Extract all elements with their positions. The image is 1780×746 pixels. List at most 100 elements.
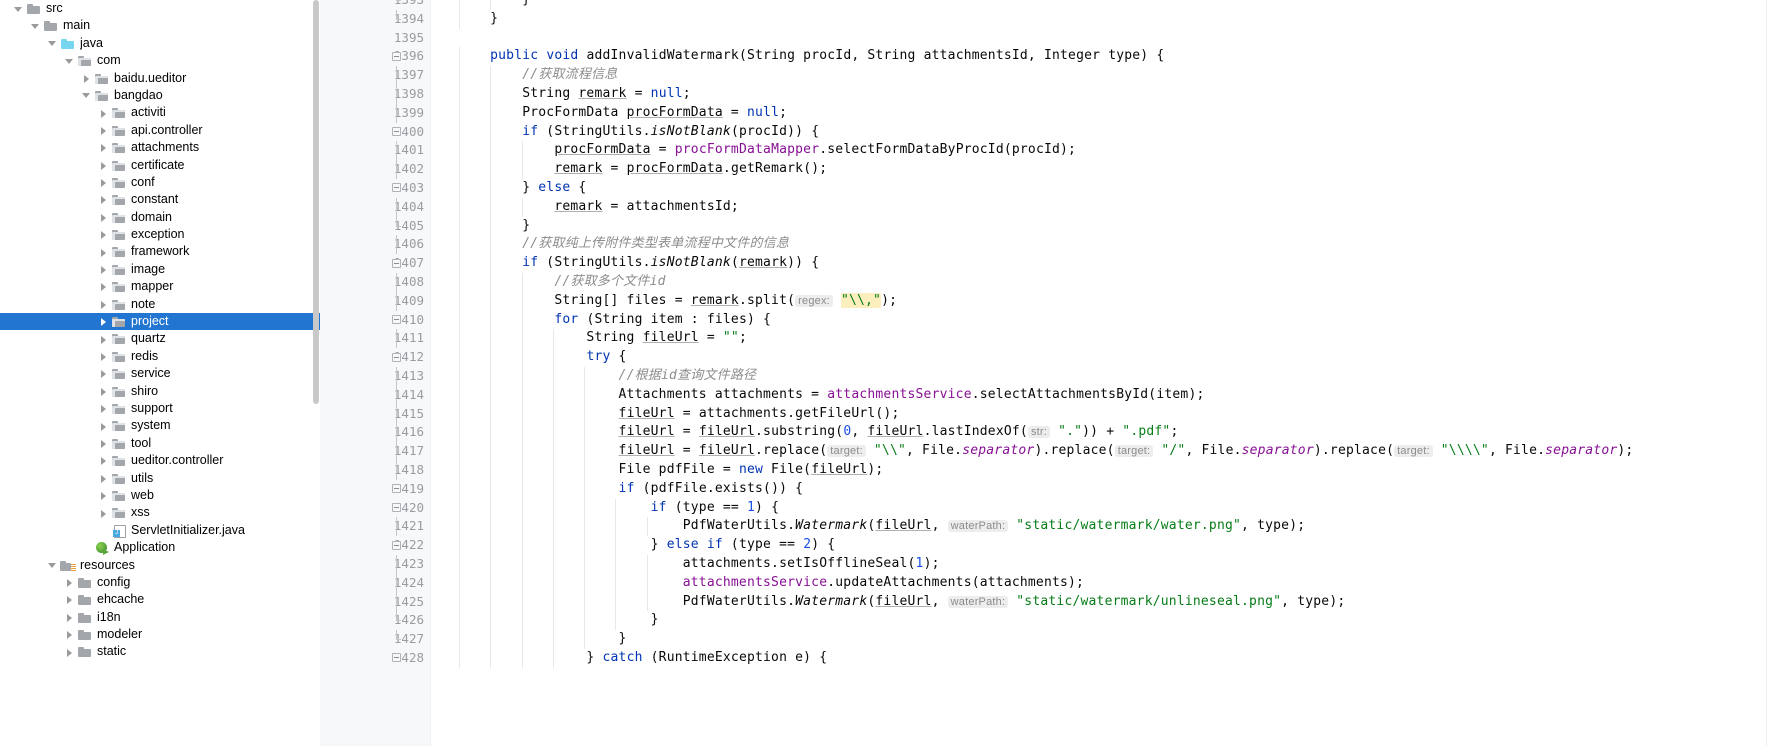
tree-item-xss[interactable]: xss — [0, 504, 320, 521]
chevron-right-icon[interactable] — [97, 139, 111, 156]
chevron-right-icon[interactable] — [97, 452, 111, 469]
project-tree-panel[interactable]: src main java com baidu.ueditor bangdao activi… — [0, 0, 320, 746]
line-number-gutter[interactable]: 1424 — [320, 573, 430, 593]
tree-item-utils[interactable]: utils — [0, 470, 320, 487]
code-text[interactable]: if (StringUtils.isNotBlank(remark)) { — [430, 254, 1780, 273]
code-text[interactable]: if (StringUtils.isNotBlank(procId)) { — [430, 122, 1780, 142]
project-tree-scrollbar[interactable] — [312, 0, 320, 746]
chevron-right-icon[interactable] — [97, 383, 111, 400]
scrollbar-thumb[interactable] — [313, 0, 319, 404]
code-text[interactable]: fileUrl = fileUrl.substring(0, fileUrl.l… — [430, 423, 1780, 443]
code-text[interactable]: } — [430, 611, 1780, 631]
code-line[interactable]: 1410 for (String item : files) { — [320, 310, 1780, 330]
fold-collapse-icon[interactable] — [390, 254, 404, 273]
line-number-gutter[interactable]: 1418 — [320, 460, 430, 480]
chevron-right-icon[interactable] — [97, 330, 111, 347]
fold-collapse-icon[interactable] — [390, 179, 404, 198]
code-text[interactable]: } catch (RuntimeException e) { — [430, 648, 1780, 668]
code-text[interactable]: } — [430, 9, 1780, 29]
chevron-right-icon[interactable] — [63, 626, 77, 643]
tree-item-web[interactable]: web — [0, 487, 320, 504]
tree-item-resources[interactable]: resources — [0, 557, 320, 574]
code-text[interactable]: String fileUrl = ""; — [430, 329, 1780, 349]
chevron-right-icon[interactable] — [97, 174, 111, 191]
chevron-down-icon[interactable] — [80, 87, 94, 104]
code-text[interactable]: } — [430, 0, 1780, 10]
code-line[interactable]: 1421 PdfWaterUtils.Watermark(fileUrl, wa… — [320, 517, 1780, 537]
code-line[interactable]: 1415 fileUrl = attachments.getFileUrl(); — [320, 404, 1780, 424]
code-line[interactable]: 1401 procFormData = procFormDataMapper.s… — [320, 141, 1780, 161]
line-number-gutter[interactable]: 1404 — [320, 197, 430, 217]
tree-item-com[interactable]: com — [0, 52, 320, 69]
line-number-gutter[interactable]: 1396 — [320, 47, 430, 67]
chevron-right-icon[interactable] — [63, 609, 77, 626]
code-text[interactable]: //根据id查询文件路径 — [430, 366, 1780, 386]
code-text[interactable]: if (pdfFile.exists()) { — [430, 479, 1780, 499]
line-number-gutter[interactable]: 1406 — [320, 235, 430, 255]
code-line[interactable]: 1404 remark = attachmentsId; — [320, 197, 1780, 217]
tree-item-bangdao[interactable]: bangdao — [0, 87, 320, 104]
code-line[interactable]: 1423 attachments.setIsOfflineSeal(1); — [320, 554, 1780, 574]
fold-collapse-icon[interactable] — [390, 348, 404, 367]
line-number-gutter[interactable]: 1422 — [320, 536, 430, 555]
code-line[interactable]: 1402 remark = procFormData.getRemark(); — [320, 160, 1780, 179]
line-number-gutter[interactable]: 1394 — [320, 9, 430, 29]
tree-item-main[interactable]: main — [0, 17, 320, 34]
code-line[interactable]: 1416 fileUrl = fileUrl.substring(0, file… — [320, 423, 1780, 443]
line-number-gutter[interactable]: 1408 — [320, 272, 430, 292]
line-number-gutter[interactable]: 1420 — [320, 498, 430, 518]
line-number-gutter[interactable]: 1425 — [320, 592, 430, 612]
tree-item-static[interactable]: static — [0, 643, 320, 660]
tree-item-domain[interactable]: domain — [0, 209, 320, 226]
line-number-gutter[interactable]: 1414 — [320, 385, 430, 405]
line-number-gutter[interactable]: 1401 — [320, 141, 430, 161]
code-line[interactable]: 1426 } — [320, 611, 1780, 631]
chevron-right-icon[interactable] — [97, 278, 111, 295]
tree-item-service[interactable]: service — [0, 365, 320, 382]
chevron-right-icon[interactable] — [97, 209, 111, 226]
tree-item-tool[interactable]: tool — [0, 435, 320, 452]
code-line[interactable]: 1414 Attachments attachments = attachmen… — [320, 385, 1780, 405]
code-text[interactable]: public void addInvalidWatermark(String p… — [430, 47, 1780, 67]
code-text[interactable]: try { — [430, 348, 1780, 367]
fold-collapse-icon[interactable] — [390, 123, 404, 142]
code-line[interactable]: 1399 ProcFormData procFormData = null; — [320, 103, 1780, 123]
line-number-gutter[interactable]: 1395 — [320, 28, 430, 48]
line-number-gutter[interactable]: 1407 — [320, 254, 430, 273]
line-number-gutter[interactable]: 1399 — [320, 103, 430, 123]
code-text[interactable]: fileUrl = fileUrl.replace(target: "\\", … — [430, 442, 1780, 461]
code-text[interactable]: if (type == 1) { — [430, 498, 1780, 518]
chevron-right-icon[interactable] — [80, 70, 94, 87]
code-line[interactable]: 1394 } — [320, 9, 1780, 29]
tree-item-servletinitializer-java[interactable]: ServletInitializer.java — [0, 522, 320, 539]
line-number-gutter[interactable]: 1421 — [320, 517, 430, 537]
chevron-right-icon[interactable] — [97, 104, 111, 121]
chevron-right-icon[interactable] — [63, 591, 77, 608]
chevron-right-icon[interactable] — [97, 487, 111, 504]
chevron-right-icon[interactable] — [97, 226, 111, 243]
code-text[interactable]: } else { — [430, 178, 1780, 198]
code-text[interactable]: } — [430, 216, 1780, 236]
code-line[interactable]: 1406 //获取纯上传附件类型表单流程中文件的信息 — [320, 235, 1780, 255]
code-line[interactable]: 1412 try { — [320, 348, 1780, 367]
line-number-gutter[interactable]: 1397 — [320, 66, 430, 85]
chevron-down-icon[interactable] — [46, 557, 60, 574]
line-number-gutter[interactable]: 1403 — [320, 178, 430, 198]
line-number-gutter[interactable]: 1415 — [320, 404, 430, 424]
line-number-gutter[interactable]: 1428 — [320, 648, 430, 668]
code-text[interactable]: String[] files = remark.split(regex: "\\… — [430, 291, 1780, 311]
chevron-right-icon[interactable] — [97, 417, 111, 434]
tree-item-application[interactable]: Application — [0, 539, 320, 556]
line-number-gutter[interactable]: 1411 — [320, 329, 430, 349]
tree-item-constant[interactable]: constant — [0, 191, 320, 208]
tree-item-system[interactable]: system — [0, 417, 320, 434]
chevron-right-icon[interactable] — [97, 313, 111, 330]
chevron-right-icon[interactable] — [97, 296, 111, 313]
chevron-down-icon[interactable] — [46, 35, 60, 52]
code-line[interactable]: 1418 File pdfFile = new File(fileUrl); — [320, 460, 1780, 480]
code-line[interactable]: 1393 } — [320, 0, 1780, 10]
fold-collapse-icon[interactable] — [390, 536, 404, 555]
code-text[interactable]: remark = procFormData.getRemark(); — [430, 160, 1780, 179]
code-text[interactable]: for (String item : files) { — [430, 310, 1780, 330]
line-number-gutter[interactable]: 1419 — [320, 479, 430, 499]
